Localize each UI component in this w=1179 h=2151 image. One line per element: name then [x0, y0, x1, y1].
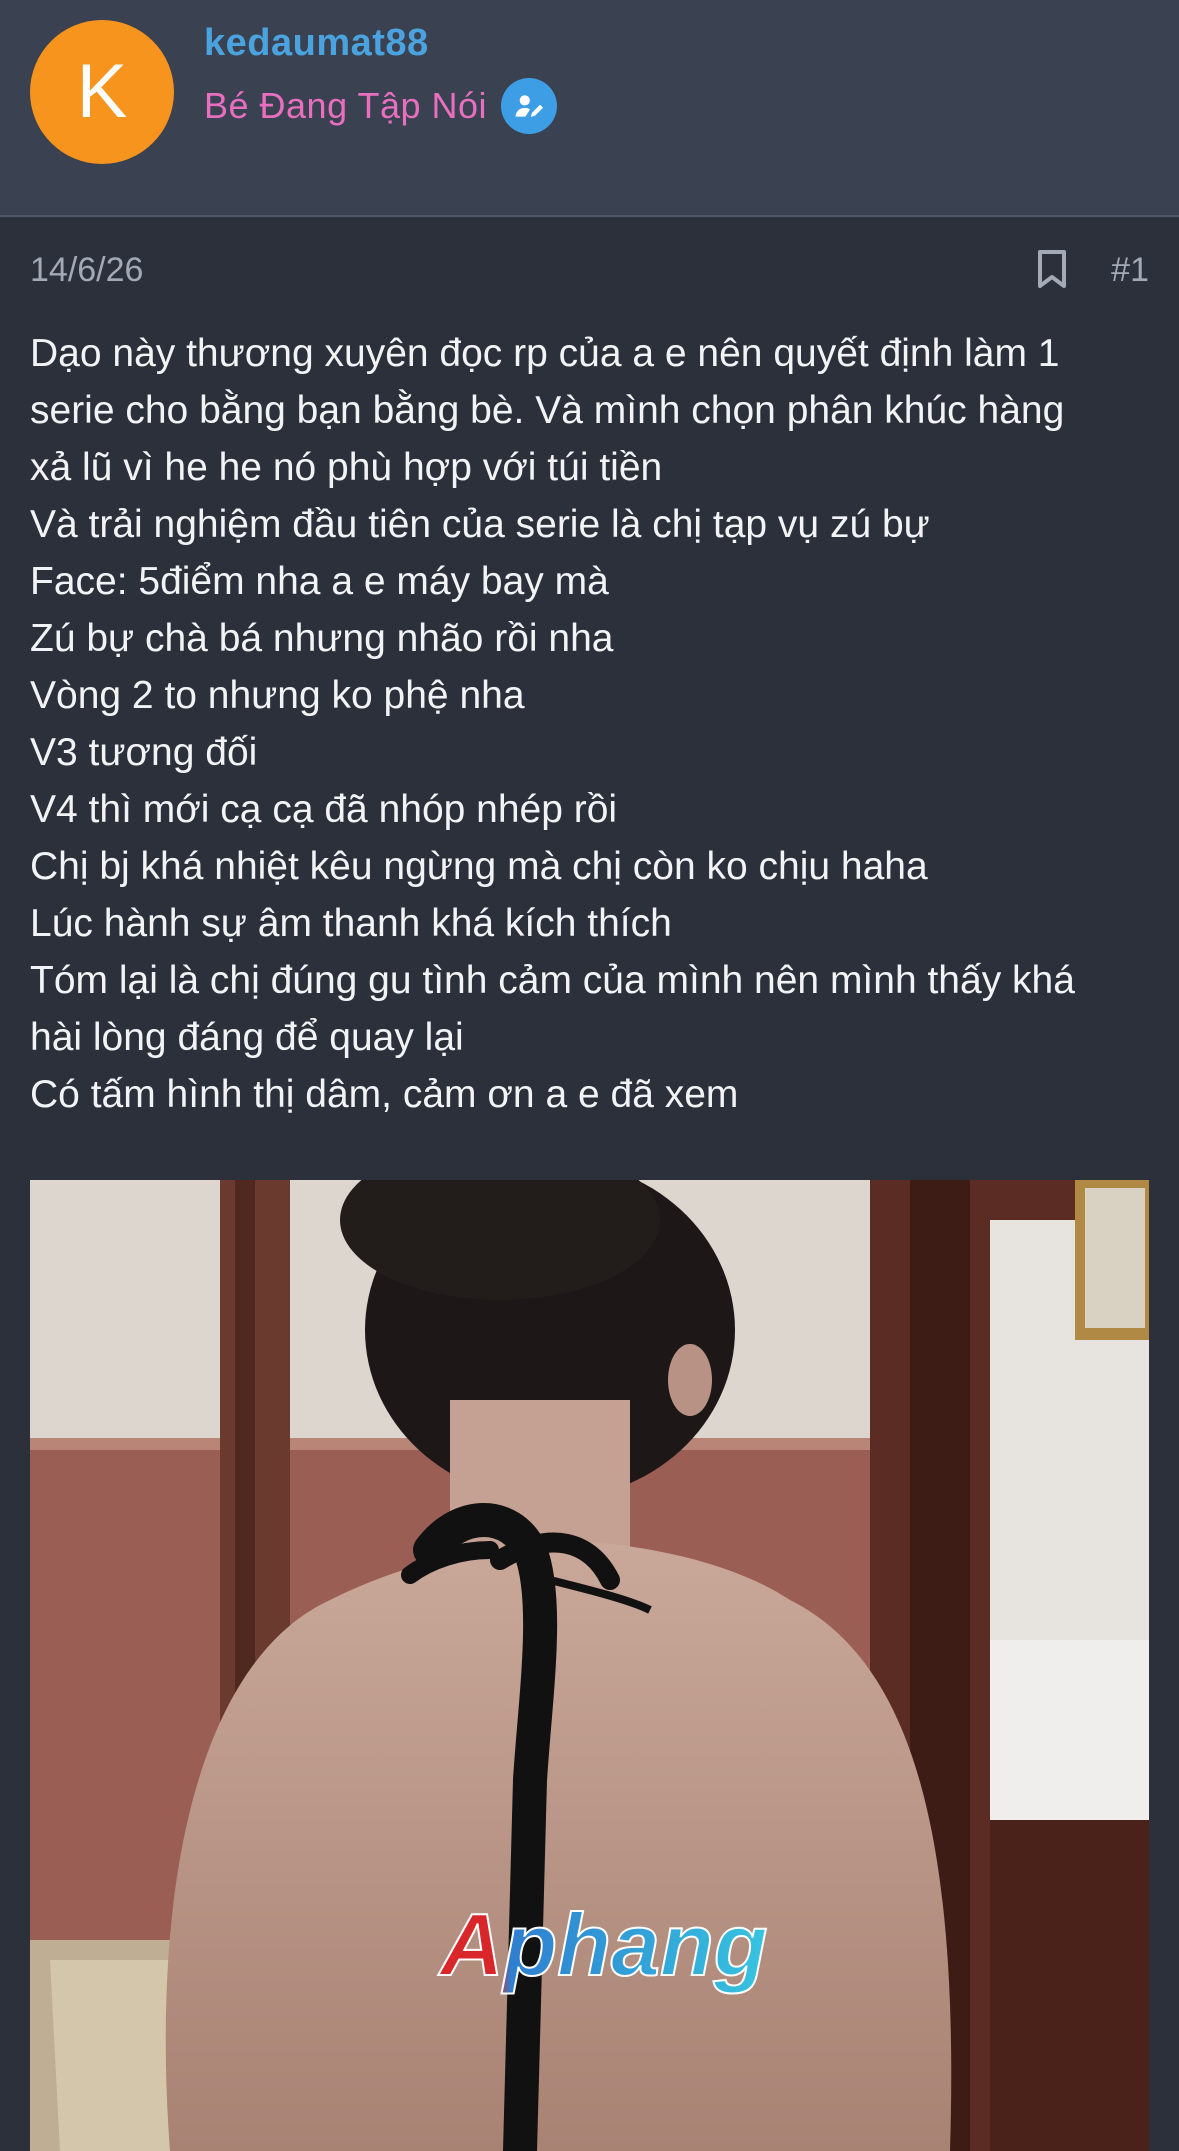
username-link[interactable]: kedaumat88 [204, 22, 429, 65]
user-title: Bé Đang Tập Nói [204, 85, 488, 126]
watermark-logo: Aphang [438, 1895, 768, 1994]
avatar[interactable]: K [30, 20, 174, 164]
post-meta: 14/6/26 #1 [30, 245, 1149, 297]
post-text-line: V4 thì mới cạ cạ đã nhóp nhép rồi [30, 788, 618, 831]
post-text-line: Có tấm hình thị dâm, cảm ơn a e đã xem [30, 1073, 739, 1116]
post-text-line: serie cho bằng bạn bằng bè. Và mình chọn… [30, 389, 1065, 432]
thread-page: K kedaumat88 Bé Đang Tập Nói 14/6/26 #1 … [0, 0, 1179, 2151]
post-text-line: Zú bự chà bá nhưng nhão rồi nha [30, 617, 614, 660]
post-text-line: xả lũ vì he he nó phù hợp với túi tiền [30, 446, 663, 489]
user-edit-icon [501, 78, 558, 134]
post-author-header: K kedaumat88 Bé Đang Tập Nói [0, 0, 1179, 217]
post-date[interactable]: 14/6/26 [30, 251, 143, 290]
post-text-line: Dạo này thương xuyên đọc rp của a e nên … [30, 332, 1060, 375]
photo-illustration: Aphang [30, 1180, 1149, 2151]
user-title-row: Bé Đang Tập Nói [204, 78, 558, 134]
post-text-line: Face: 5điểm nha a e máy bay mà [30, 560, 609, 603]
post-text-line: hài lòng đáng để quay lại [30, 1016, 464, 1059]
post-text-line: Tóm lại là chị đúng gu tình cảm của mình… [30, 959, 1075, 1002]
post-text-line: Chị bj khá nhiệt kêu ngừng mà chị còn ko… [30, 845, 928, 888]
post-attached-image[interactable]: Aphang [30, 1180, 1149, 2151]
post-text-line: V3 tương đối [30, 731, 258, 774]
bookmark-icon[interactable] [1030, 247, 1074, 291]
post-text-line: Lúc hành sự âm thanh khá kích thích [30, 902, 672, 945]
post-content: Dạo này thương xuyên đọc rp của a e nên … [30, 325, 1160, 1123]
post-text-line: Vòng 2 to nhưng ko phệ nha [30, 674, 525, 717]
post-number-link[interactable]: #1 [1111, 251, 1149, 290]
post-text-line: Và trải nghiệm đầu tiên của serie là chị… [30, 503, 930, 546]
